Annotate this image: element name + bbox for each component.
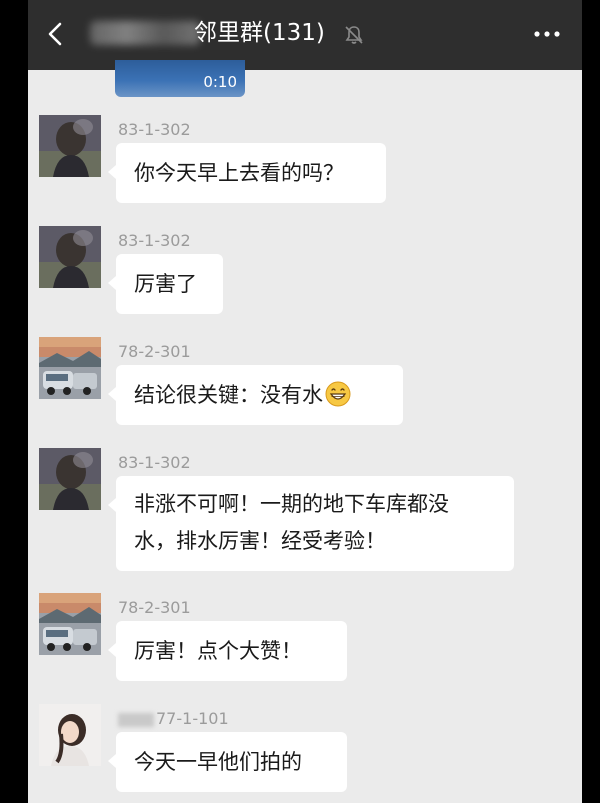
avatar[interactable] [39,226,101,288]
chat-screen: 邻里群(131) 0:10 83-1-302 你今天早上去看的吗？ 83-1-3… [28,0,582,803]
sender-name: 78-2-301 [118,598,191,617]
message-bubble[interactable]: 厉害了 [108,254,223,314]
sender-name-text: 77-1-101 [156,709,229,728]
video-duration: 0:10 [203,73,237,91]
sender-name: 77-1-101 [118,709,229,728]
page-title[interactable]: 邻里群(131) [194,16,325,50]
message-text-line: 水，排水厉害！经受考验！ [134,529,386,553]
girl-portrait-avatar [39,704,101,766]
cars-landscape-avatar [39,593,101,655]
mute-icon [345,26,363,44]
avatar[interactable] [39,115,101,177]
message-bubble[interactable]: 今天一早他们拍的 [108,732,347,792]
message-text: 结论很关键：没有水 [134,383,323,407]
more-icon[interactable] [532,24,562,44]
back-icon[interactable] [42,20,70,48]
sender-name: 78-2-301 [118,342,191,361]
woman-back-avatar [39,448,101,510]
blurred-group-name [90,21,200,45]
message-bubble[interactable]: 厉害！点个大赞！ [108,621,347,681]
message-bubble[interactable]: 结论很关键：没有水 [108,365,403,425]
sender-name: 83-1-302 [118,231,191,250]
sender-name: 83-1-302 [118,120,191,139]
avatar[interactable] [39,593,101,655]
woman-back-avatar [39,115,101,177]
blurred-sender-prefix [118,712,154,727]
message-bubble[interactable]: 非涨不可啊！一期的地下车库都没 水，排水厉害！经受考验！ [108,476,514,571]
avatar[interactable] [39,337,101,399]
sender-name: 83-1-302 [118,453,191,472]
header-bar: 邻里群(131) [28,0,582,70]
woman-back-avatar [39,226,101,288]
avatar[interactable] [39,704,101,766]
grinning-face-icon [325,381,351,407]
video-message[interactable]: 0:10 [115,60,245,97]
avatar[interactable] [39,448,101,510]
cars-landscape-avatar [39,337,101,399]
message-bubble[interactable]: 你今天早上去看的吗？ [108,143,386,203]
message-text-line: 非涨不可啊！一期的地下车库都没 [134,492,449,516]
